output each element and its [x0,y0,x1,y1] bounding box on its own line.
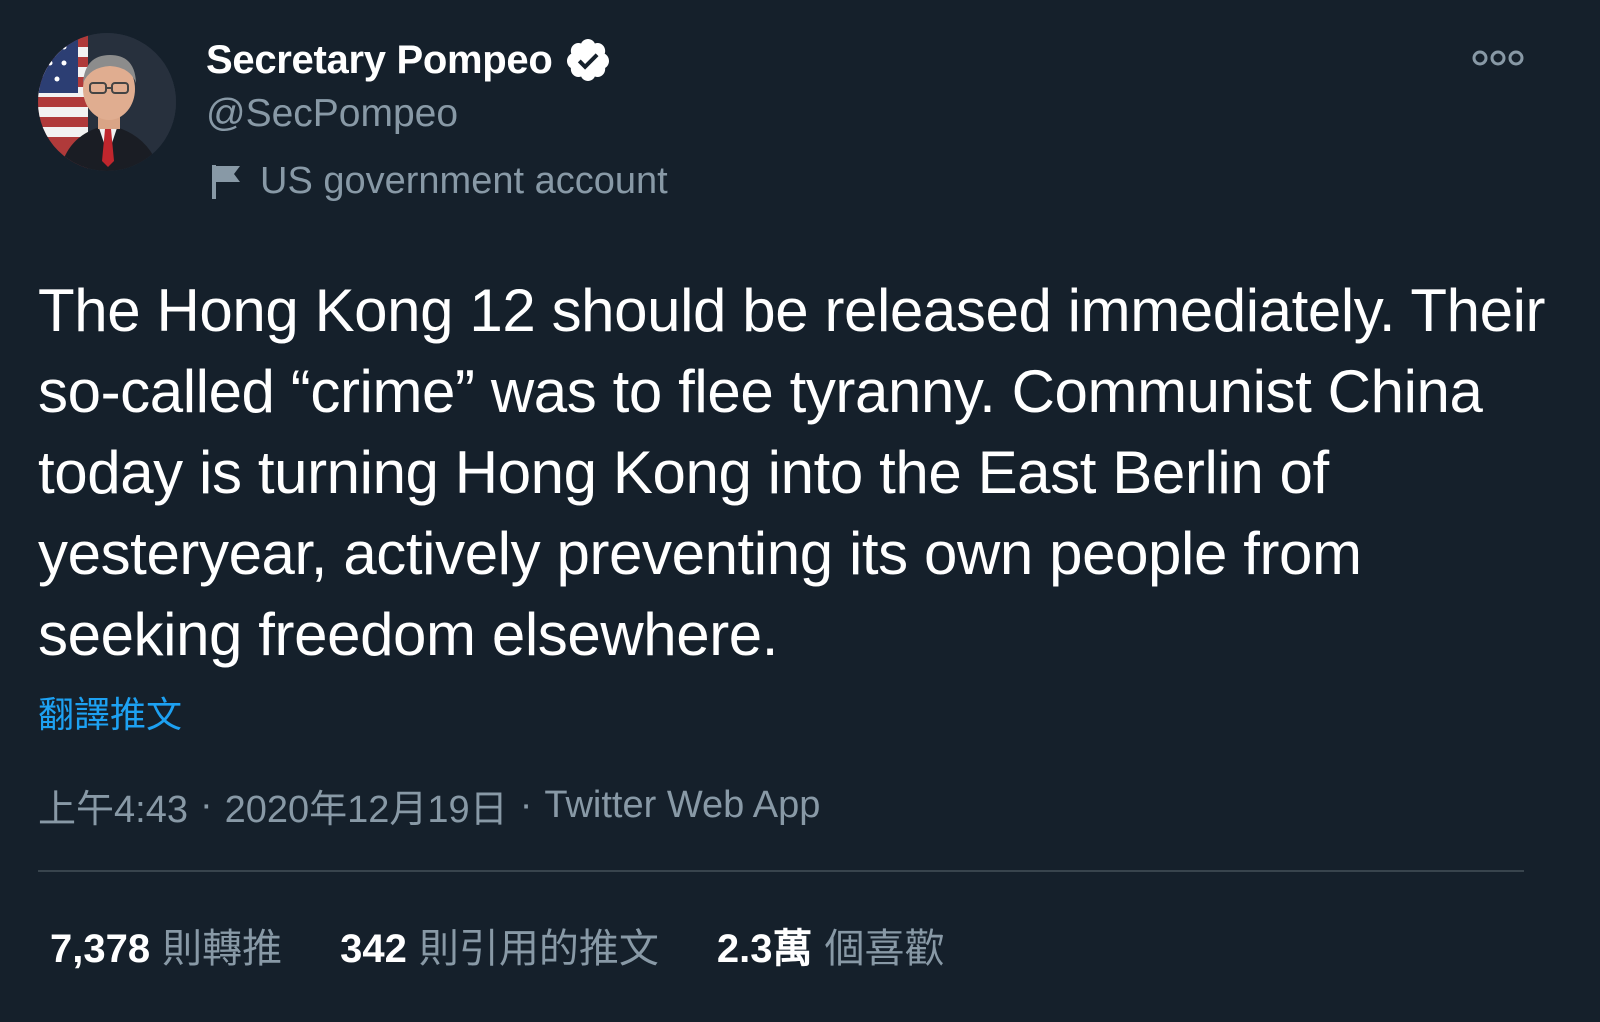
quote-tweets-count: 342 [340,927,407,971]
divider [38,870,1524,872]
author-name-row[interactable]: Secretary Pompeo [206,34,612,86]
retweets-label: 則轉推 [162,927,283,971]
tweet-stats: 7,378 則轉推 342 則引用的推文 2.3萬 個喜歡 [50,915,1002,975]
avatar-image [38,33,176,171]
meta-separator: · [519,784,533,826]
tweet-source[interactable]: Twitter Web App [544,784,820,827]
more-options-icon[interactable] [1470,40,1526,76]
retweets-count: 7,378 [50,927,151,971]
account-label: US government account [260,159,668,202]
quote-tweets-label: 則引用的推文 [418,927,659,971]
meta-separator: · [199,784,213,826]
tweet-text: The Hong Kong 12 should be released imme… [38,277,1546,668]
flag-icon [206,161,246,201]
tweet-meta: 上午4:43 · 2020年12月19日 · Twitter Web App [38,778,820,833]
author-avatar[interactable] [38,33,176,171]
author-display-name[interactable]: Secretary Pompeo [206,38,553,83]
author-handle[interactable]: @SecPompeo [206,92,458,136]
likes-stat[interactable]: 2.3萬 個喜歡 [717,916,945,974]
quote-tweets-stat[interactable]: 342 則引用的推文 [340,916,659,974]
tweet-card: Secretary Pompeo @SecPompeo US governmen… [0,0,1600,1022]
likes-count: 2.3萬 [716,927,813,971]
account-label-row: US government account [206,157,668,205]
translate-tweet-link[interactable]: 翻譯推文 [38,686,182,738]
verified-badge-icon [564,36,612,84]
retweets-stat[interactable]: 7,378 則轉推 [50,916,282,974]
tweet-date[interactable]: 2020年12月19日 [225,778,508,833]
tweet-time[interactable]: 上午4:43 [38,778,188,833]
likes-label: 個喜歡 [824,927,945,971]
